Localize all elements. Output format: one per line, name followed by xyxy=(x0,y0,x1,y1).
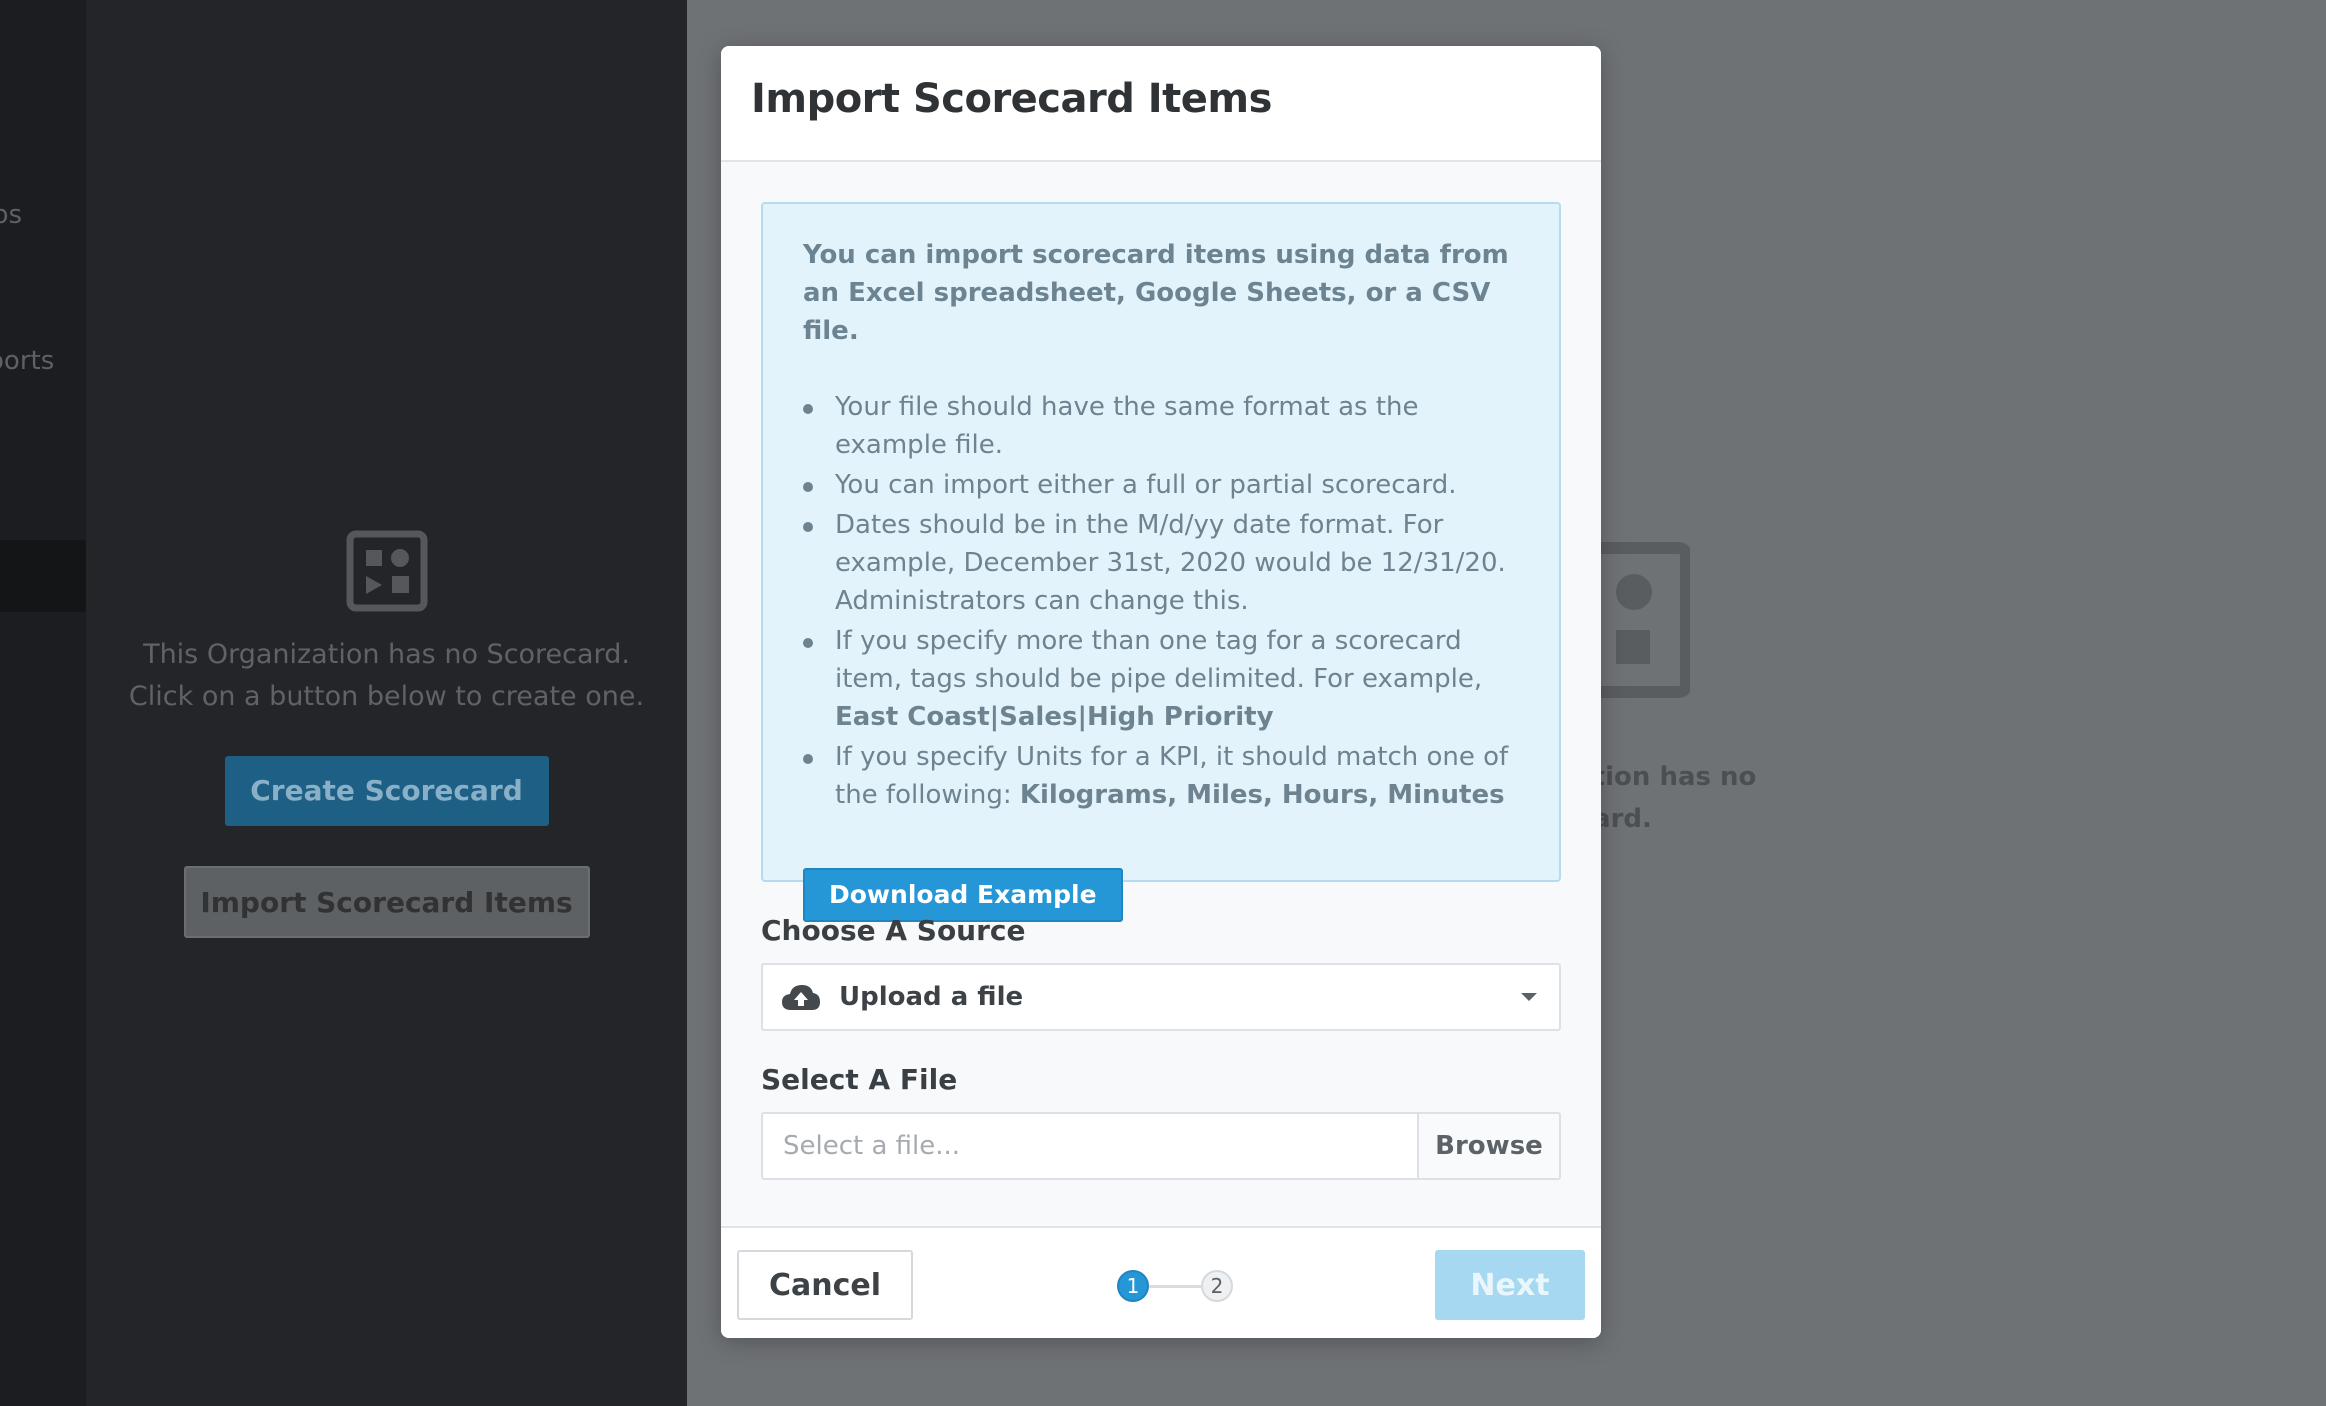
empty-state: This Organization has no Scorecard. Clic… xyxy=(86,530,687,938)
rail-item-label: ps xyxy=(0,200,23,230)
select-file-label: Select A File xyxy=(761,1063,958,1096)
scorecard-icon xyxy=(346,530,427,612)
info-bullet: If you specify more than one tag for a s… xyxy=(803,622,1519,736)
create-scorecard-button: Create Scorecard xyxy=(224,756,549,826)
import-scorecard-modal: Import Scorecard Items You can import sc… xyxy=(721,46,1601,1338)
next-button[interactable]: Next xyxy=(1435,1250,1585,1320)
empty-state-line1: This Organization has no Scorecard. xyxy=(143,639,630,670)
tag-example: East Coast|Sales|High Priority xyxy=(835,702,1274,732)
rail-selected-item xyxy=(0,540,86,612)
modal-body: You can import scorecard items using dat… xyxy=(721,162,1601,1180)
browse-button[interactable]: Browse xyxy=(1417,1112,1561,1180)
cancel-button[interactable]: Cancel xyxy=(737,1250,913,1320)
modal-footer: Cancel 1 2 Next xyxy=(721,1226,1601,1338)
info-bullet: Dates should be in the M/d/yy date forma… xyxy=(803,506,1519,620)
info-list: Your file should have the same format as… xyxy=(803,388,1519,814)
app-rail: ps oorts xyxy=(0,0,86,1406)
info-bullet: You can import either a full or partial … xyxy=(803,466,1519,504)
chevron-down-icon xyxy=(1521,993,1537,1001)
file-picker: Browse xyxy=(761,1112,1561,1180)
source-select[interactable]: Upload a file xyxy=(761,963,1561,1031)
empty-state-text: This Organization has no Scorecard. Clic… xyxy=(86,634,687,718)
step-indicator: 1 2 xyxy=(1115,1268,1239,1304)
file-path-input[interactable] xyxy=(761,1112,1417,1180)
modal-header: Import Scorecard Items xyxy=(721,46,1601,162)
rail-item-label: oorts xyxy=(0,346,55,376)
step-1: 1 xyxy=(1117,1270,1149,1302)
import-scorecard-items-button: Import Scorecard Items xyxy=(183,866,590,938)
choose-source-label: Choose A Source xyxy=(761,914,1026,947)
cloud-upload-icon xyxy=(782,985,820,1010)
modal-title: Import Scorecard Items xyxy=(751,76,1272,122)
info-intro: You can import scorecard items using dat… xyxy=(803,240,1509,346)
import-info-box: You can import scorecard items using dat… xyxy=(761,202,1561,922)
info-bullet: Your file should have the same format as… xyxy=(803,388,1519,464)
step-2: 2 xyxy=(1201,1270,1233,1302)
step-connector xyxy=(1145,1285,1201,1288)
info-bullet-text: If you specify more than one tag for a s… xyxy=(835,626,1483,694)
units-list: Kilograms, Miles, Hours, Minutes xyxy=(1019,780,1505,810)
info-bullet: If you specify Units for a KPI, it shoul… xyxy=(803,738,1519,814)
empty-state-line2: Click on a button below to create one. xyxy=(128,681,645,712)
source-select-value: Upload a file xyxy=(839,982,1024,1012)
